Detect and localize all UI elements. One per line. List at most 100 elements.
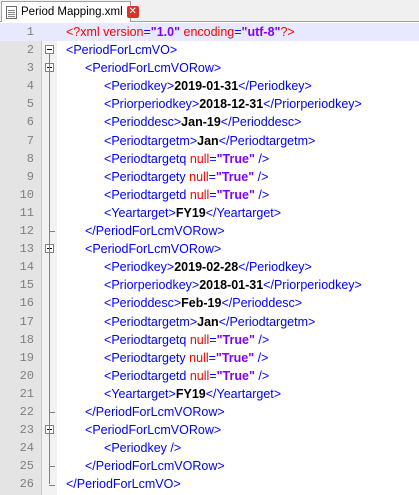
code-token: =	[209, 187, 217, 202]
code-token: PeriodForLcmVORow	[92, 61, 214, 76]
code-line[interactable]: 19 <Periodtargety null="True" />	[0, 349, 419, 367]
code-text: <Priorperiodkey>2018-12-31</Priorperiodk…	[104, 95, 362, 113]
code-token: >	[173, 477, 181, 492]
code-text: <Periodtargety null="True" />	[104, 168, 268, 186]
code-token: >	[304, 260, 312, 275]
code-token: Perioddesc	[111, 115, 174, 130]
line-number: 24	[19, 441, 34, 456]
code-token: =	[208, 350, 216, 365]
code-line[interactable]: 2 <PeriodForLcmVO>	[0, 41, 419, 59]
tab-period-mapping[interactable]: Period Mapping.xml ✕	[1, 1, 139, 22]
code-token: Yeartarget	[216, 205, 274, 220]
code-text: <Yeartarget>FY19</Yeartarget>	[104, 385, 281, 403]
code-text: </PeriodForLcmVO>	[66, 475, 181, 493]
code-token: 2019-01-31	[174, 79, 239, 94]
code-token: =	[234, 25, 242, 39]
code-line[interactable]: 12 </PeriodForLcmVORow>	[0, 222, 419, 240]
code-line[interactable]: 20 <Periodtargetd null="True" />	[0, 367, 419, 385]
code-line[interactable]: 11 <Yeartarget>FY19</Yeartarget>	[0, 204, 419, 222]
code-token: "utf-8"	[241, 25, 281, 39]
code-line[interactable]: 17 <Periodtargetm>Jan</Periodtargetm>	[0, 313, 419, 331]
code-token: Periodtargetm	[111, 314, 190, 329]
tab-bar: Period Mapping.xml ✕	[0, 0, 419, 22]
code-token: "True"	[216, 187, 255, 202]
code-line[interactable]: 1 <?xml version="1.0" encoding="utf-8"?>	[0, 23, 419, 42]
code-line[interactable]: 4 <Periodkey>2019-01-31</Periodkey>	[0, 77, 419, 95]
code-line[interactable]: 25 </PeriodForLcmVORow>	[0, 457, 419, 475]
code-line[interactable]: 14 <Periodkey>2019-02-28</Periodkey>	[0, 258, 419, 276]
line-number: 19	[19, 350, 34, 365]
code-line[interactable]: 23 <PeriodForLcmVORow>	[0, 421, 419, 439]
code-token: Jan-19	[181, 115, 221, 130]
code-token: Priorperiodkey	[111, 278, 192, 293]
code-text: <Periodtargetd null="True" />	[104, 186, 269, 204]
code-token: "True"	[215, 169, 255, 184]
line-number: 3	[26, 61, 34, 76]
code-line[interactable]: 3 <PeriodForLcmVORow>	[0, 59, 419, 77]
code-line[interactable]: 22 </PeriodForLcmVORow>	[0, 403, 419, 421]
code-token: Periodtargetd	[111, 368, 190, 383]
line-number: 17	[19, 314, 34, 329]
code-line[interactable]: 15 <Priorperiodkey>2018-01-31</Priorperio…	[0, 276, 419, 294]
code-text: </PeriodForLcmVORow>	[85, 457, 225, 475]
fold-toggle-icon[interactable]	[45, 45, 54, 55]
code-token: >	[294, 296, 303, 311]
code-token: Periodtargety	[111, 169, 190, 184]
line-number: 18	[19, 332, 34, 347]
code-line[interactable]: 26 </PeriodForLcmVO>	[0, 475, 419, 493]
code-token: >	[307, 133, 316, 148]
code-token: Perioddesc	[231, 115, 295, 130]
code-token: >	[217, 224, 225, 239]
line-number: 16	[19, 296, 34, 311]
code-text: </PeriodForLcmVORow>	[85, 222, 225, 240]
line-number: 8	[26, 151, 34, 166]
code-token: PeriodForLcmVO	[76, 477, 174, 492]
code-line[interactable]: 24 <Periodkey />	[0, 439, 419, 457]
code-text: <Yeartarget>FY19</Yeartarget>	[104, 204, 281, 222]
code-token: "True"	[215, 350, 255, 365]
code-lines[interactable]: 1 <?xml version="1.0" encoding="utf-8"?> 2…	[0, 23, 419, 493]
code-token: />	[254, 368, 270, 383]
code-token: null	[189, 151, 210, 166]
code-token: >	[354, 97, 362, 112]
code-token: null	[189, 332, 210, 347]
code-text: <?xml version="1.0" encoding="utf-8"?>	[66, 23, 295, 41]
code-line[interactable]: 9 <Periodtargety null="True" />	[0, 168, 419, 186]
code-token: Priorperiodkey	[273, 97, 355, 112]
code-token: Periodkey	[111, 260, 167, 275]
code-text: <PeriodForLcmVORow>	[85, 421, 221, 439]
code-line[interactable]: 16 <Perioddesc>Feb-19</Perioddesc>	[0, 294, 419, 312]
code-text: <Periodtargety null="True" />	[104, 349, 268, 367]
code-token: null	[189, 350, 209, 365]
line-number: 9	[26, 169, 34, 184]
code-line[interactable]: 7 <Periodtargetm>Jan</Periodtargetm>	[0, 132, 419, 150]
code-line[interactable]: 8 <Periodtargetq null="True" />	[0, 150, 419, 168]
code-token: Periodtargetq	[111, 332, 190, 347]
code-token: >	[273, 386, 282, 401]
code-line[interactable]: 6 <Perioddesc>Jan-19</Perioddesc>	[0, 113, 419, 131]
code-token: >	[217, 459, 225, 474]
code-token: null	[189, 187, 210, 202]
code-token: Jan	[197, 133, 219, 148]
code-token: Perioddesc	[232, 296, 295, 311]
line-number: 2	[26, 43, 34, 58]
code-token: </	[263, 97, 274, 112]
code-line[interactable]: 10 <Periodtargetd null="True" />	[0, 186, 419, 204]
code-token: "1.0"	[150, 25, 181, 39]
code-token: >	[169, 43, 178, 58]
code-token: Periodtargety	[111, 350, 190, 365]
code-editor[interactable]: 1 <?xml version="1.0" encoding="utf-8"?> 2…	[0, 23, 419, 495]
code-line[interactable]: 18 <Periodtargetq null="True" />	[0, 331, 419, 349]
code-line[interactable]: 21 <Yeartarget>FY19</Yeartarget>	[0, 385, 419, 403]
code-token: </	[238, 79, 249, 94]
code-token: >	[213, 242, 222, 257]
close-icon[interactable]: ✕	[126, 6, 139, 18]
code-line[interactable]: 5 <Priorperiodkey>2018-12-31</Priorperiod…	[0, 95, 419, 113]
line-number: 11	[19, 205, 34, 220]
code-text: </PeriodForLcmVORow>	[85, 403, 225, 421]
line-number: 1	[26, 25, 34, 39]
fold-guide	[49, 54, 50, 485]
line-number: 10	[19, 187, 34, 202]
code-line[interactable]: 13 <PeriodForLcmVORow>	[0, 240, 419, 258]
code-text: <Periodkey>2019-02-28</Periodkey>	[104, 258, 312, 276]
